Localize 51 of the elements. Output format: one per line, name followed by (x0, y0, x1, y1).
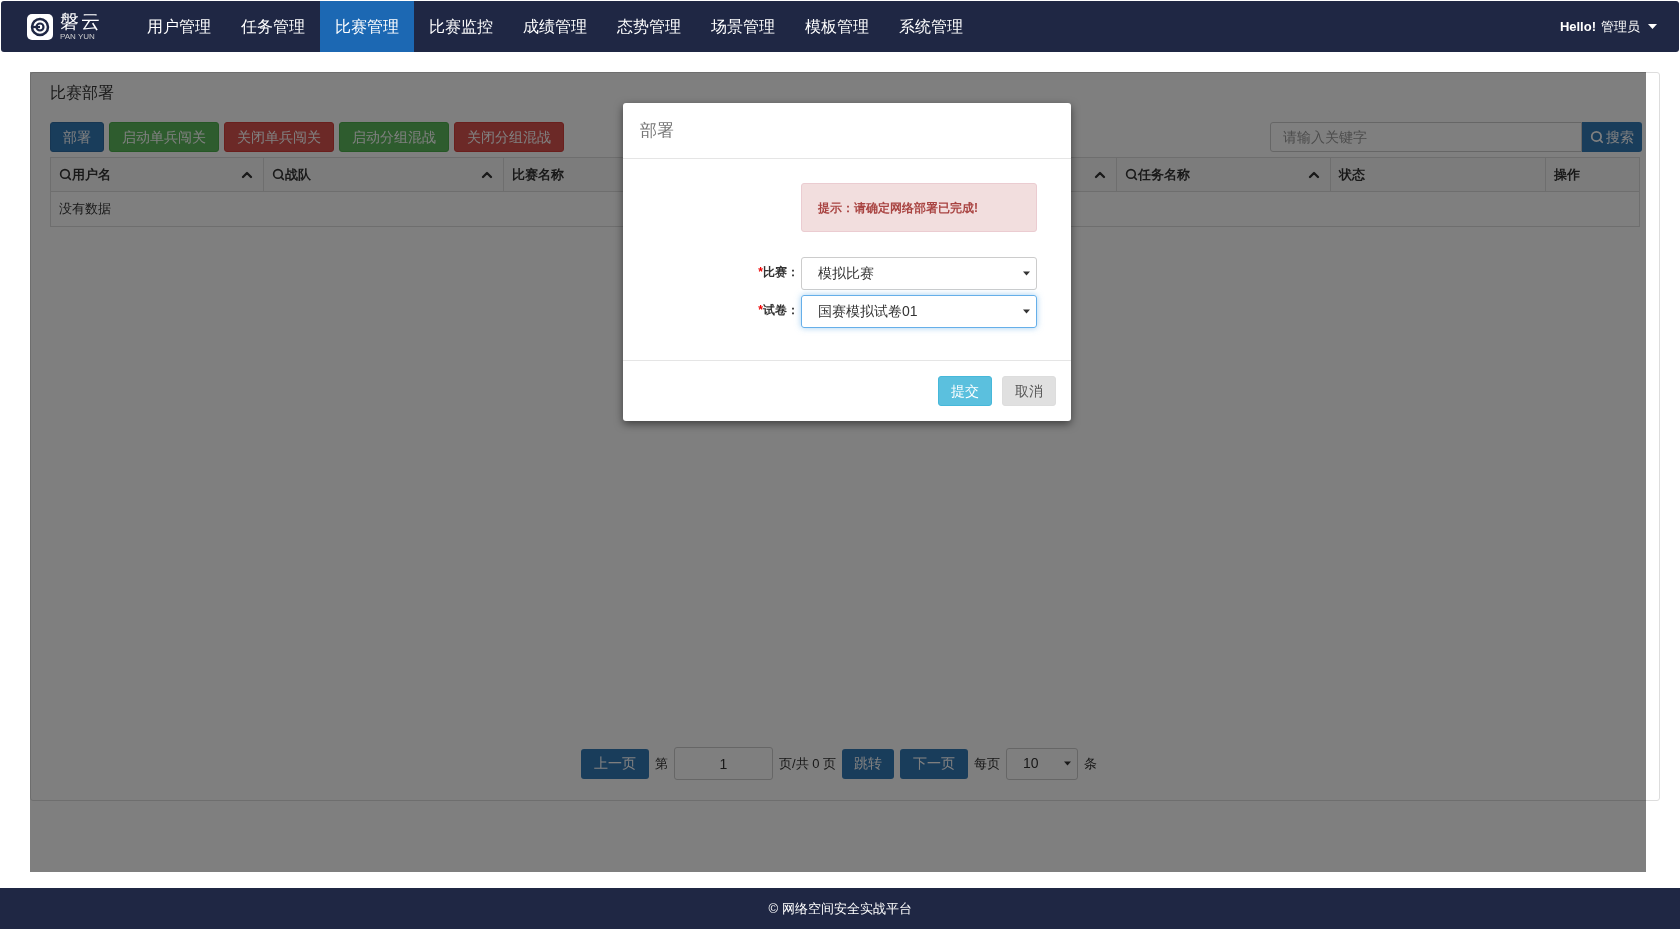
warning-alert: 提示：请确定网络部署已完成! (801, 183, 1037, 232)
column-header[interactable]: 用户名 (51, 158, 264, 191)
column-header[interactable]: 战队 (264, 158, 504, 191)
logo-icon (26, 12, 54, 41)
search-icon (272, 168, 285, 181)
dropdown-field[interactable]: 模拟比赛 (801, 257, 1037, 290)
nav-tab[interactable]: 场景管理 (696, 1, 790, 52)
search-icon (1125, 168, 1138, 181)
per-page-select[interactable]: 10 (1006, 747, 1079, 780)
page-label: 第 (654, 754, 668, 773)
nav-tab[interactable]: 任务管理 (226, 1, 320, 52)
required-mark: * (758, 264, 763, 281)
caret-icon (1064, 761, 1072, 766)
caret-icon (1648, 24, 1657, 29)
user-menu[interactable]: Hello! 管理员 (1559, 1, 1679, 52)
required-mark: * (758, 302, 763, 319)
action-button[interactable]: 关闭单兵闯关 (224, 122, 334, 152)
caret-icon (1023, 309, 1030, 314)
nav-tab[interactable]: 系统管理 (884, 1, 978, 52)
jump-button[interactable]: 跳转 (842, 748, 895, 779)
search-icon (59, 168, 72, 181)
brand-subtitle: PAN YUN (60, 33, 96, 41)
column-header[interactable]: 状态 (1331, 158, 1546, 191)
column-header[interactable]: 操作 (1546, 158, 1639, 191)
previous-page-button[interactable]: 上一页 (580, 748, 649, 779)
caret-icon (1023, 271, 1030, 276)
panel-title: 比赛部署 (50, 83, 115, 103)
search-icon (1590, 130, 1604, 144)
nav-tab[interactable]: 用户管理 (132, 1, 226, 52)
column-header[interactable]: 任务名称 (1117, 158, 1331, 191)
page-count-label: 页/共 0 页 (778, 754, 837, 773)
empty-message: 没有数据 (59, 200, 111, 219)
per-page-label: 每页 (974, 754, 1001, 773)
nav-tab[interactable]: 比赛监控 (414, 1, 508, 52)
per-page-unit: 条 (1084, 754, 1098, 773)
nav-tab[interactable]: 态势管理 (602, 1, 696, 52)
nav-tab[interactable]: 成绩管理 (508, 1, 602, 52)
nav-tab[interactable]: 比赛管理 (320, 1, 414, 52)
search-button[interactable]: 搜索 (1582, 122, 1642, 152)
field-label: 比赛： (763, 264, 799, 281)
nav-tab[interactable]: 模板管理 (790, 1, 884, 52)
page-field[interactable]: 1 (673, 747, 773, 780)
dialog-title: 部署 (640, 119, 674, 142)
field-label: 试卷： (763, 302, 799, 319)
footer-text: © 网络空间安全实战平台 (768, 899, 912, 918)
dropdown-field[interactable]: 国赛模拟试卷01 (801, 295, 1037, 328)
brand-name: 磐云 (60, 12, 102, 31)
dialog-button[interactable]: 取消 (1002, 376, 1056, 406)
action-button[interactable]: 关闭分组混战 (454, 122, 564, 152)
next-page-button[interactable]: 下一页 (900, 748, 969, 779)
action-button[interactable]: 部署 (50, 122, 104, 152)
